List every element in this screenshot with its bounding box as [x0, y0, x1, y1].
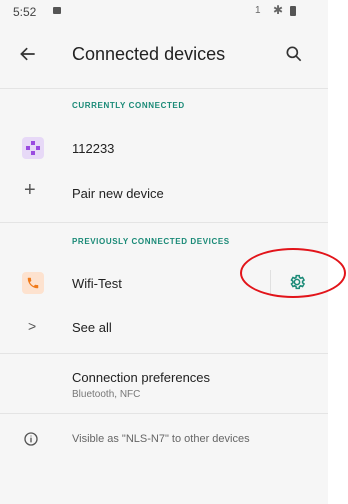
battery-icon: [290, 6, 296, 16]
status-time: 5:52: [13, 5, 37, 19]
see-all-button[interactable]: See all: [72, 320, 112, 335]
gamepad-icon: [22, 137, 44, 159]
bluetooth-icon: ✱: [273, 3, 284, 17]
chevron-right-icon[interactable]: >: [28, 318, 36, 334]
visible-as-text: Visible as "NLS-N7" to other devices: [72, 433, 250, 445]
currently-connected-header: CURRENTLY CONNECTED: [72, 101, 185, 110]
phone-icon: [22, 272, 44, 294]
device-112233[interactable]: 112233: [72, 141, 114, 156]
divider: [0, 413, 328, 414]
pair-new-device-button[interactable]: Pair new device: [72, 186, 164, 201]
plus-icon[interactable]: +: [24, 179, 36, 202]
app-bar: Connected devices: [0, 22, 328, 88]
annotation-ellipse: [240, 248, 346, 298]
previously-connected-header: PREVIOUSLY CONNECTED DEVICES: [72, 237, 230, 246]
sim-icon: 1: [255, 5, 261, 16]
divider: [0, 88, 328, 89]
device-wifi-test[interactable]: Wifi-Test: [72, 276, 122, 291]
divider: [0, 353, 328, 354]
page-title: Connected devices: [72, 44, 226, 64]
status-bar: 5:52 1 ✱: [0, 0, 328, 22]
connection-preferences-title[interactable]: Connection preferences: [72, 370, 210, 385]
connection-preferences-subtitle: Bluetooth, NFC: [72, 389, 141, 400]
info-icon: [24, 432, 38, 446]
back-arrow-icon[interactable]: [18, 44, 38, 64]
divider: [0, 222, 328, 223]
search-icon[interactable]: [284, 44, 304, 64]
notification-icon: [53, 7, 61, 14]
